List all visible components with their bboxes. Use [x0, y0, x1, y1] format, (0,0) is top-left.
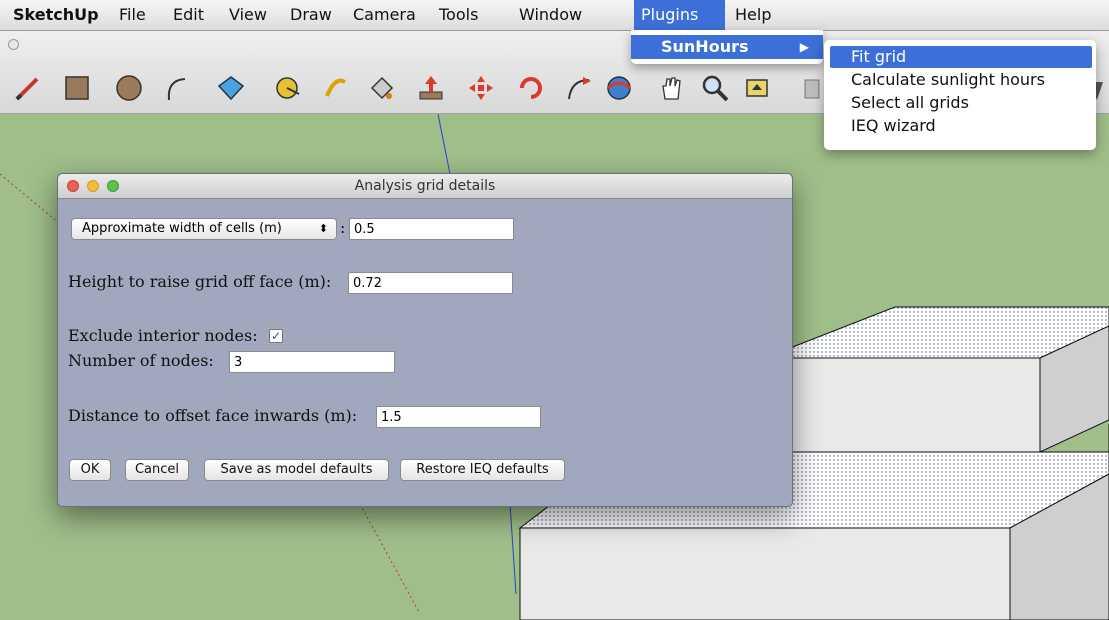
- cell-mode-select[interactable]: Approximate width of cells (m) ⬍: [71, 218, 337, 240]
- menu-camera[interactable]: Camera: [346, 0, 423, 30]
- exclude-interior-label: Exclude interior nodes:: [68, 326, 258, 345]
- exclude-interior-checkbox[interactable]: ✓: [269, 329, 283, 343]
- pencil-icon[interactable]: [12, 73, 42, 103]
- menu-plugins[interactable]: Plugins: [634, 0, 725, 30]
- tape-measure-icon[interactable]: [272, 73, 302, 103]
- offset-input[interactable]: [376, 406, 541, 428]
- menu-draw[interactable]: Draw: [283, 0, 339, 30]
- ok-button[interactable]: OK: [69, 459, 111, 481]
- dialog-title: Analysis grid details: [354, 178, 496, 194]
- height-input[interactable]: [348, 272, 513, 294]
- circle-icon[interactable]: [114, 73, 144, 103]
- zoom-extents-icon[interactable]: [742, 73, 772, 103]
- cancel-button[interactable]: Cancel: [125, 459, 189, 481]
- cell-mode-value: Approximate width of cells (m): [82, 221, 282, 236]
- push-pull-icon[interactable]: [416, 73, 446, 103]
- sunhours-submenu: Fit grid Calculate sunlight hours Select…: [824, 40, 1096, 150]
- nodes-input[interactable]: [229, 351, 395, 373]
- submenu-arrow-icon: ▶: [799, 40, 809, 54]
- menu-item-calculate-sunlight-hours[interactable]: Calculate sunlight hours: [830, 69, 1092, 91]
- menu-item-ieq-wizard[interactable]: IEQ wizard: [830, 115, 1092, 137]
- menu-window[interactable]: Window: [512, 0, 589, 30]
- menu-file[interactable]: File: [112, 0, 153, 30]
- analysis-grid-dialog: Analysis grid details Approximate width …: [57, 173, 793, 507]
- menu-item-select-all-grids[interactable]: Select all grids: [830, 92, 1092, 114]
- orbit-icon[interactable]: [604, 73, 634, 103]
- cell-mode-colon: :: [340, 218, 346, 237]
- menu-view[interactable]: View: [222, 0, 274, 30]
- menu-app-sketchup[interactable]: SketchUp: [6, 0, 106, 30]
- menu-help[interactable]: Help: [728, 0, 778, 30]
- menu-edit[interactable]: Edit: [166, 0, 211, 30]
- restore-ieq-defaults-button[interactable]: Restore IEQ defaults: [400, 459, 565, 481]
- zoom-icon[interactable]: [700, 73, 730, 103]
- menu-item-fit-grid[interactable]: Fit grid: [830, 46, 1092, 68]
- dialog-titlebar[interactable]: Analysis grid details: [58, 174, 792, 199]
- select-stepper-icon: ⬍: [318, 222, 328, 235]
- rotate-icon[interactable]: [516, 73, 546, 103]
- arc-icon[interactable]: [162, 73, 192, 103]
- menu-item-sunhours[interactable]: SunHours ▶: [631, 35, 823, 59]
- follow-me-icon[interactable]: [564, 73, 594, 103]
- cell-width-input[interactable]: [349, 218, 514, 240]
- nodes-label: Number of nodes:: [68, 351, 214, 370]
- plugins-menu-dropdown: SunHours ▶: [631, 30, 823, 64]
- paint-bucket-icon[interactable]: [366, 73, 396, 103]
- menu-tools[interactable]: Tools: [432, 0, 485, 30]
- menu-bar: SketchUp File Edit View Draw Camera Tool…: [0, 0, 1109, 31]
- sunhours-label: SunHours: [661, 37, 749, 56]
- make-component-icon[interactable]: [216, 73, 246, 103]
- move-icon[interactable]: [466, 73, 496, 103]
- offset-label: Distance to offset face inwards (m):: [68, 406, 358, 425]
- window-indicator: [8, 39, 19, 50]
- height-label: Height to raise grid off face (m):: [68, 272, 332, 291]
- pan-icon[interactable]: [656, 73, 686, 103]
- rectangle-icon[interactable]: [62, 73, 92, 103]
- text-icon[interactable]: [320, 73, 350, 103]
- save-model-defaults-button[interactable]: Save as model defaults: [204, 459, 389, 481]
